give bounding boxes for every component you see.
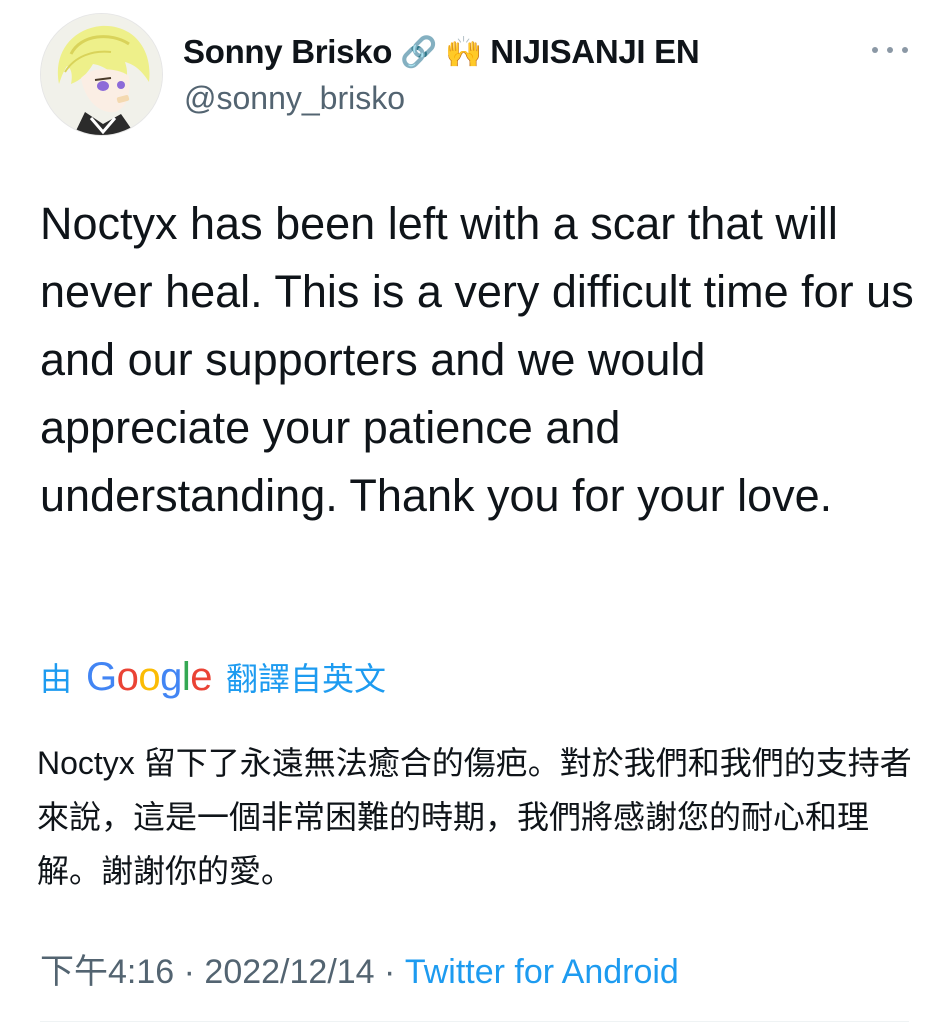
avatar[interactable]: [40, 13, 163, 136]
meta-separator: ·: [384, 953, 396, 991]
more-dot-icon: [872, 47, 878, 53]
raised-hands-emoji-icon: 🙌: [445, 34, 483, 70]
translation-suffix: 翻譯自英文: [226, 661, 387, 697]
translated-text: Noctyx 留下了永遠無法癒合的傷疤。對於我們和我們的支持者來說，這是一個非常…: [37, 745, 912, 889]
translation-prefix: 由: [40, 661, 73, 697]
link-emoji-icon: 🔗: [400, 34, 438, 70]
tweet-time[interactable]: 下午4:16: [40, 953, 174, 991]
avatar-illustration: [41, 14, 162, 135]
author-handle[interactable]: @sonny_brisko: [184, 80, 405, 117]
tweet-metadata: 下午4:16 · 2022/12/14 · Twitter for Androi…: [40, 944, 679, 993]
author-affiliation: NIJISANJI EN: [490, 33, 700, 70]
meta-separator: ·: [183, 953, 195, 991]
tweet-card: Sonny Brisko 🔗 🙌 NIJISANJI EN @sonny_bri…: [0, 0, 949, 1024]
translation-attribution[interactable]: 由 Google 翻譯自英文: [40, 654, 386, 700]
tweet-source-link[interactable]: Twitter for Android: [405, 953, 679, 991]
tweet-date[interactable]: 2022/12/14: [204, 953, 374, 991]
more-dot-icon: [887, 47, 893, 53]
author-name: Sonny Brisko: [183, 33, 393, 70]
google-logo: Google: [86, 654, 213, 699]
more-dot-icon: [902, 47, 908, 53]
more-options-button[interactable]: [872, 38, 908, 62]
tweet-text: Noctyx has been left with a scar that wi…: [40, 198, 914, 521]
author-display-name[interactable]: Sonny Brisko 🔗 🙌 NIJISANJI EN: [183, 33, 700, 71]
divider: [40, 1021, 909, 1022]
